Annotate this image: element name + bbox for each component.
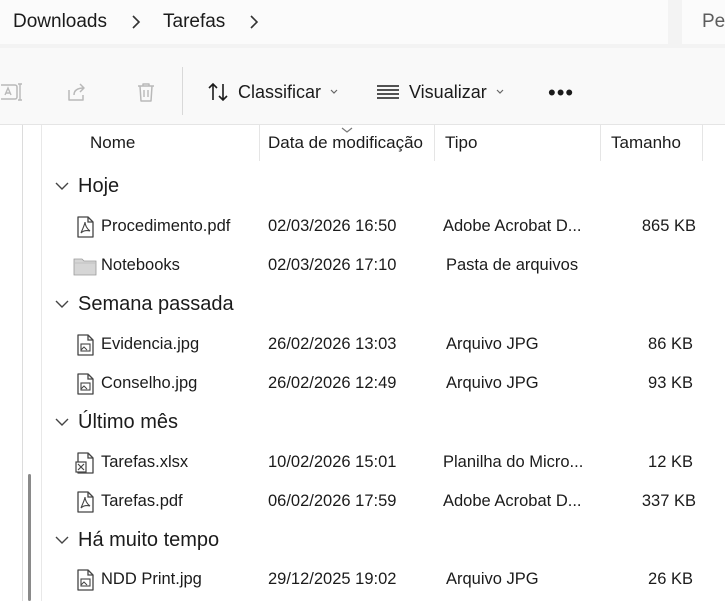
sort-button[interactable]: Classificar (206, 76, 339, 108)
chevron-right-icon[interactable] (131, 15, 141, 29)
navigation-divider (22, 125, 23, 601)
file-size: 337 KB (641, 491, 696, 510)
file-type: Arquivo JPG (446, 373, 539, 392)
group-label: Hoje (78, 174, 120, 197)
file-name: Notebooks (101, 255, 180, 274)
file-size: 865 KB (641, 216, 696, 235)
search-input[interactable] (702, 11, 725, 33)
group-header-last-week[interactable]: Semana passada (54, 289, 234, 319)
file-modified: 26/02/2026 13:03 (268, 334, 397, 353)
group-label: Último mês (78, 410, 179, 433)
column-header-size[interactable]: Tamanho (611, 125, 681, 161)
search-box[interactable] (682, 0, 725, 44)
share-icon[interactable] (64, 79, 90, 105)
file-modified: 02/03/2026 17:10 (268, 255, 397, 274)
file-row[interactable]: Procedimento.pdf 02/03/2026 16:50 Adobe … (43, 207, 725, 245)
group-label: Semana passada (78, 292, 234, 315)
file-type: Arquivo JPG (446, 569, 539, 588)
column-divider[interactable] (434, 125, 435, 161)
file-type: Planilha do Micro... (443, 452, 584, 471)
chevron-down-icon (495, 88, 505, 96)
image-file-icon (77, 569, 94, 591)
chevron-down-icon[interactable] (54, 180, 70, 192)
excel-file-icon (75, 452, 94, 474)
chevron-down-icon[interactable] (54, 534, 70, 546)
file-type: Pasta de arquivos (446, 255, 579, 274)
file-row[interactable]: Evidencia.jpg 26/02/2026 13:03 Arquivo J… (43, 325, 725, 363)
column-header-type-label: Tipo (445, 133, 478, 152)
chevron-down-icon (329, 88, 339, 96)
navigation-pane (0, 125, 42, 601)
breadcrumb-tarefas[interactable]: Tarefas (163, 11, 225, 33)
group-header-today[interactable]: Hoje (54, 171, 119, 201)
column-divider[interactable] (600, 125, 601, 161)
view-lines-icon (375, 80, 401, 104)
sort-label: Classificar (238, 81, 322, 102)
chevron-down-icon[interactable] (54, 416, 70, 428)
file-size: 93 KB (648, 373, 693, 392)
file-modified: 10/02/2026 15:01 (268, 452, 397, 471)
column-header-name-label: Nome (90, 133, 136, 152)
group-header-long-ago[interactable]: Há muito tempo (54, 525, 219, 555)
column-header-type[interactable]: Tipo (445, 125, 477, 161)
address-bar: Downloads Tarefas (0, 0, 725, 48)
file-name: Procedimento.pdf (101, 216, 231, 235)
delete-icon[interactable] (133, 79, 159, 105)
chevron-down-icon[interactable] (54, 298, 70, 310)
file-size: 26 KB (648, 569, 693, 588)
image-file-icon (77, 373, 94, 395)
column-header-modified[interactable]: Data de modificação (268, 125, 423, 161)
sort-arrows-icon (206, 80, 230, 104)
pane-divider[interactable] (41, 125, 42, 601)
file-size (603, 246, 696, 284)
file-name: Conselho.jpg (101, 373, 198, 392)
view-label: Visualizar (409, 81, 487, 102)
folder-icon (73, 258, 97, 276)
file-size: 12 KB (648, 452, 693, 471)
file-type: Adobe Acrobat D... (443, 216, 582, 235)
more-options-button[interactable]: ••• (548, 80, 574, 106)
file-modified: 29/12/2025 19:02 (268, 569, 397, 588)
file-modified: 06/02/2026 17:59 (268, 491, 397, 510)
file-row[interactable]: Tarefas.xlsx 10/02/2026 15:01 Planilha d… (43, 443, 725, 481)
column-header-size-label: Tamanho (611, 133, 681, 152)
image-file-icon (77, 334, 94, 356)
rename-icon[interactable] (0, 79, 26, 105)
file-row[interactable]: NDD Print.jpg 29/12/2025 19:02 Arquivo J… (43, 560, 725, 598)
file-name: Tarefas.xlsx (101, 452, 189, 471)
file-row[interactable]: Tarefas.pdf 06/02/2026 17:59 Adobe Acrob… (43, 482, 725, 520)
breadcrumb[interactable]: Downloads Tarefas (0, 0, 668, 44)
chevron-right-icon[interactable] (249, 15, 259, 29)
column-header-modified-label: Data de modificação (268, 133, 423, 152)
view-button[interactable]: Visualizar (375, 76, 505, 108)
group-label: Há muito tempo (78, 528, 220, 551)
column-divider[interactable] (702, 125, 703, 161)
file-modified: 26/02/2026 12:49 (268, 373, 397, 392)
pdf-file-icon (77, 491, 94, 513)
column-divider[interactable] (259, 125, 260, 161)
file-row[interactable]: Notebooks 02/03/2026 17:10 Pasta de arqu… (43, 246, 725, 284)
column-header-name[interactable]: Nome (90, 125, 135, 161)
breadcrumb-downloads[interactable]: Downloads (13, 11, 107, 33)
file-name: Tarefas.pdf (101, 491, 183, 510)
file-name: NDD Print.jpg (101, 569, 202, 588)
toolbar-divider (182, 67, 183, 115)
file-row[interactable]: Conselho.jpg 26/02/2026 12:49 Arquivo JP… (43, 364, 725, 402)
file-modified: 02/03/2026 16:50 (268, 216, 397, 235)
group-header-last-month[interactable]: Último mês (54, 407, 178, 437)
file-type: Arquivo JPG (446, 334, 539, 353)
file-type: Adobe Acrobat D... (443, 491, 582, 510)
navigation-scrollbar[interactable] (28, 474, 31, 601)
file-size: 86 KB (648, 334, 693, 353)
file-name: Evidencia.jpg (101, 334, 200, 353)
pdf-file-icon (77, 216, 94, 238)
command-bar (0, 48, 725, 125)
